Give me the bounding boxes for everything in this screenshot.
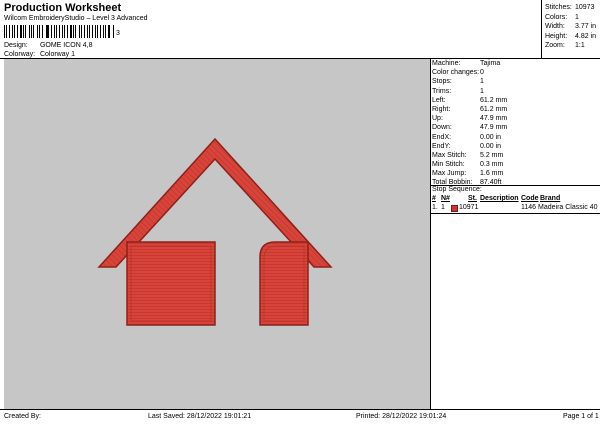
col-st: St. — [468, 195, 477, 202]
info-divider — [430, 58, 431, 409]
stat-stitches: Stitches: 10973 — [545, 4, 595, 11]
row-brand: Madeira Classic 40 — [538, 204, 598, 211]
top-stats: Stitches: 10973 Colors: 1 Width: 3.77 in He… — [545, 3, 596, 51]
colorway-label: Colorway: — [4, 51, 36, 58]
design-row: Design: GOME ICON 4,8 — [4, 42, 92, 49]
col-code: Code — [521, 195, 539, 202]
info-trims: Trims: 1 — [432, 87, 484, 95]
col-number: # — [432, 195, 436, 202]
house-embroidery-design — [97, 137, 333, 326]
page-number: Page 1 of 1 — [563, 413, 599, 420]
stop-row-divider — [430, 213, 600, 214]
machine-info: Machine: Tajima Color changes:0 Stops: 1 T… — [432, 59, 507, 188]
stats-divider — [541, 0, 542, 58]
barcode-suffix: 3 — [116, 30, 120, 37]
col-n: N# — [441, 195, 450, 202]
col-brand: Brand — [540, 195, 561, 202]
info-machine: Machine: Tajima — [432, 60, 501, 67]
design-preview — [4, 59, 430, 409]
right-door — [259, 241, 309, 326]
stat-height: Height: 4.82 in — [545, 32, 597, 40]
colorway-value: Colorway 1 — [39, 51, 75, 58]
barcode — [4, 25, 114, 38]
last-saved: Last Saved: 28/12/2022 19:01:21 — [148, 413, 252, 420]
stat-colors: Colors: 1 — [545, 13, 579, 21]
info-down: Down: 47.9 mm — [432, 124, 508, 132]
info-max-stitch: Max Stitch: 5.2 mm — [432, 151, 504, 159]
info-stops: Stops: 1 — [432, 78, 484, 86]
info-up: Up: 47.9 mm — [432, 115, 508, 123]
info-max-jump: Max Jump: 1.6 mm — [432, 170, 504, 178]
row-stitches: 10971 — [459, 204, 479, 211]
row-number: 1. — [432, 204, 438, 211]
info-color-changes: Color changes:0 — [432, 69, 484, 77]
worksheet-title: Production Worksheet — [4, 2, 122, 14]
design-label: Design: — [4, 42, 28, 49]
row-n: 1 — [441, 204, 445, 211]
info-endy: EndY: 0.00 in — [432, 142, 502, 150]
info-endx: EndX: 0.00 in — [432, 133, 502, 141]
stat-width: Width: 3.77 in — [545, 23, 597, 31]
col-description: Description — [480, 195, 519, 202]
design-value: GOME ICON 4,8 — [39, 42, 93, 49]
stop-sequence-title: Stop Sequence: — [432, 186, 482, 193]
info-min-stitch: Min Stitch: 0.3 mm — [432, 161, 504, 169]
left-block — [126, 241, 216, 326]
printed-date: Printed: 28/12/2022 19:01:24 — [356, 413, 447, 420]
info-left: Left: 61.2 mm — [432, 96, 508, 104]
row-code: 1146 — [521, 204, 537, 211]
stat-zoom: Zoom: 1:1 — [545, 42, 585, 50]
info-right: Right: 61.2 mm — [432, 105, 508, 113]
colorway-row: Colorway: Colorway 1 — [4, 51, 75, 58]
created-by: Created By: — [4, 413, 41, 420]
color-swatch — [451, 205, 458, 212]
footer-divider — [0, 409, 600, 410]
software-name: Wilcom EmbroideryStudio – Level 3 Advanc… — [4, 15, 148, 22]
